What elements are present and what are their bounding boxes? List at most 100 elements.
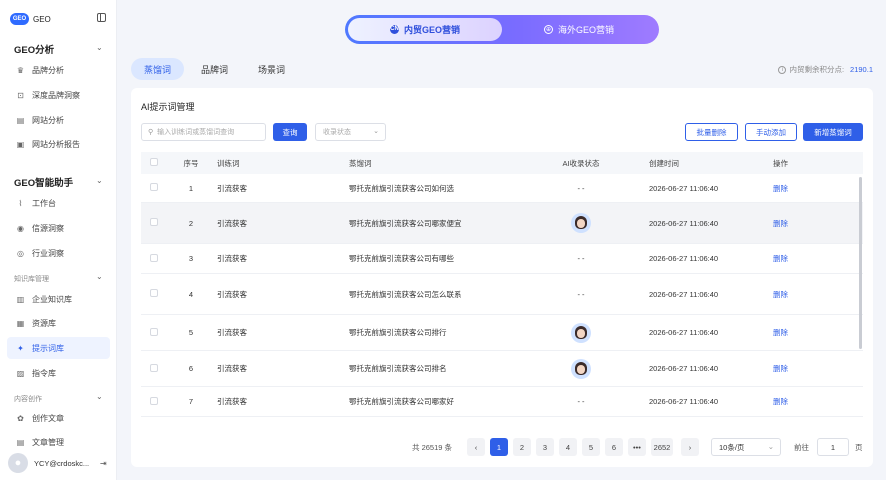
sidebar-item-create-article[interactable]: ✿ 创作文章: [7, 407, 110, 429]
user-avatar: ●: [8, 453, 28, 473]
domestic-geo-button[interactable]: CN 内贸GEO营销: [348, 18, 502, 41]
sidebar-item-label: 网站分析: [32, 115, 64, 125]
sidebar-item-resources[interactable]: ▦ 资源库: [7, 312, 110, 334]
cell-index: 5: [188, 328, 194, 337]
sidebar-item-label: 网站分析报告: [32, 139, 80, 149]
chevron-down-icon[interactable]: ⌄: [96, 176, 103, 185]
row-checkbox-cell: [141, 289, 171, 299]
cell-index: 3: [188, 254, 194, 263]
table-header: 序号 训练词 蒸馏词 AI收录状态 创建时间 操作: [141, 152, 863, 174]
search-button[interactable]: 查询: [273, 123, 307, 141]
sidebar-item-brand-analysis[interactable]: ♛ 品牌分析: [7, 59, 110, 81]
sidebar-item-industry-insight[interactable]: ◎ 行业洞察: [7, 242, 110, 264]
delete-link[interactable]: 删除: [757, 253, 837, 264]
chevron-down-icon[interactable]: ⌄: [96, 392, 103, 401]
cell-created: 2026-06-27 11:06:40: [649, 183, 719, 193]
user-profile[interactable]: ● YCY@crdoskc... ⇥: [8, 453, 112, 473]
select-all-checkbox[interactable]: [150, 158, 158, 166]
chevron-down-icon[interactable]: ⌄: [96, 272, 103, 281]
group-title-assistant[interactable]: GEO智能助手: [14, 175, 73, 189]
compass-icon: ◎: [17, 248, 24, 258]
delete-link[interactable]: 删除: [757, 327, 837, 338]
row-checkbox[interactable]: [150, 183, 158, 191]
delete-link[interactable]: 删除: [757, 218, 837, 229]
row-checkbox[interactable]: [150, 327, 158, 336]
next-page-button[interactable]: ›: [681, 438, 699, 456]
prev-page-button[interactable]: ‹: [467, 438, 485, 456]
delete-link[interactable]: 删除: [757, 363, 837, 374]
page-button[interactable]: 6: [605, 438, 623, 456]
logout-icon[interactable]: ⇥: [100, 459, 107, 468]
quota-label: 内贸剩余积分点:: [789, 65, 845, 74]
sidebar-item-label: 行业洞察: [32, 248, 64, 258]
page-button[interactable]: 5: [582, 438, 600, 456]
page-button[interactable]: 1: [490, 438, 508, 456]
cell-ai-status: [519, 358, 643, 379]
overseas-geo-button[interactable]: ⊕ 海外GEO营销: [502, 18, 656, 41]
add-distilled-button[interactable]: 新增蒸馏词: [803, 123, 863, 141]
more-pages-button[interactable]: •••: [628, 438, 646, 456]
group-title-knowledge[interactable]: 知识库管理: [14, 274, 49, 284]
sidebar-item-site-report[interactable]: ▣ 网站分析报告: [7, 133, 110, 155]
table-row: 1 引流获客 鄂托克前旗引流获客公司如何选 - - 2026-06-27 11:…: [141, 174, 863, 203]
table-scrollbar[interactable]: [859, 177, 862, 349]
chevron-down-icon[interactable]: ⌄: [96, 43, 103, 52]
page-button[interactable]: 2: [513, 438, 531, 456]
tab-brand[interactable]: 品牌词: [188, 58, 241, 80]
sidebar-item-workbench[interactable]: ⌇ 工作台: [7, 192, 110, 214]
page-button[interactable]: 2652: [651, 438, 673, 456]
group-title-content[interactable]: 内容创作: [14, 394, 42, 404]
tab-distilled[interactable]: 蒸馏词: [131, 58, 185, 80]
sidebar-item-prompts[interactable]: ✦ 提示词库: [7, 337, 110, 359]
cell-ai-status: [519, 213, 643, 233]
row-checkbox-cell: [141, 363, 171, 374]
cell-distilled: 鄂托克前旗引流获客公司排名: [349, 364, 447, 373]
row-checkbox[interactable]: [150, 218, 158, 226]
delete-link[interactable]: 删除: [757, 183, 837, 194]
search-input[interactable]: ⚲ 输入训练词或蒸馏词查询: [141, 123, 266, 141]
palette-icon: ✿: [17, 413, 24, 423]
sidebar-item-label: 文章管理: [32, 437, 64, 447]
status-placeholder: 收录状态: [323, 129, 351, 136]
cell-ai-status: - -: [577, 254, 585, 263]
cell-keyword: 引流获客: [217, 254, 247, 263]
table-row: 7 引流获客 鄂托克前旗引流获客公司哪家好 - - 2026-06-27 11:…: [141, 387, 863, 417]
cell-ai-status: - -: [577, 183, 585, 193]
header-action: 操作: [773, 158, 788, 168]
keyword-tabs: 蒸馏词 品牌词 场景词: [131, 58, 302, 80]
sidebar-item-article-manage[interactable]: ▤ 文章管理: [7, 431, 110, 453]
row-checkbox[interactable]: [150, 289, 158, 297]
globe-icon: ⊕: [543, 25, 553, 34]
sidebar-item-knowledge-base[interactable]: ▥ 企业知识库: [7, 288, 110, 310]
status-select[interactable]: 收录状态 ⌄: [315, 123, 386, 141]
sidebar-item-site-analysis[interactable]: ▤ 网站分析: [7, 109, 110, 131]
goto-page-input[interactable]: 1: [817, 438, 849, 456]
box-icon: ▦: [16, 318, 25, 328]
sidebar-item-commands[interactable]: ▨ 指令库: [7, 362, 110, 384]
row-checkbox-cell: [141, 327, 171, 338]
page-button[interactable]: 4: [559, 438, 577, 456]
group-title-analysis[interactable]: GEO分析: [14, 42, 54, 56]
crown-icon: ♛: [16, 65, 25, 75]
page-button[interactable]: 3: [536, 438, 554, 456]
row-checkbox[interactable]: [150, 253, 158, 262]
row-checkbox[interactable]: [150, 363, 158, 372]
sidebar-item-deep-brand[interactable]: ⊡ 深度品牌洞察: [7, 84, 110, 106]
row-checkbox-cell: [141, 218, 171, 228]
manual-add-button[interactable]: 手动添加: [745, 123, 797, 141]
cell-created: 2026-06-27 11:06:40: [649, 397, 719, 406]
delete-link[interactable]: 删除: [757, 396, 837, 407]
cell-keyword: 引流获客: [217, 397, 247, 406]
tab-scene[interactable]: 场景词: [245, 58, 298, 80]
delete-link[interactable]: 删除: [757, 289, 837, 300]
wand-icon: ✦: [17, 343, 24, 353]
batch-delete-button[interactable]: 批量删除: [685, 123, 738, 141]
chevron-down-icon: ⌄: [373, 128, 379, 135]
sidebar-collapse-icon[interactable]: [97, 13, 106, 22]
sidebar-item-source-insight[interactable]: ◉ 信源洞察: [7, 217, 110, 239]
page-size-select[interactable]: 10条/页 ⌄: [711, 438, 781, 456]
cell-keyword: 引流获客: [217, 218, 247, 228]
row-checkbox[interactable]: [150, 396, 158, 405]
table-row: 2 引流获客 鄂托克前旗引流获客公司哪家便宜 2026-06-27 11:06:…: [141, 203, 863, 244]
cell-ai-status: - -: [577, 289, 585, 299]
